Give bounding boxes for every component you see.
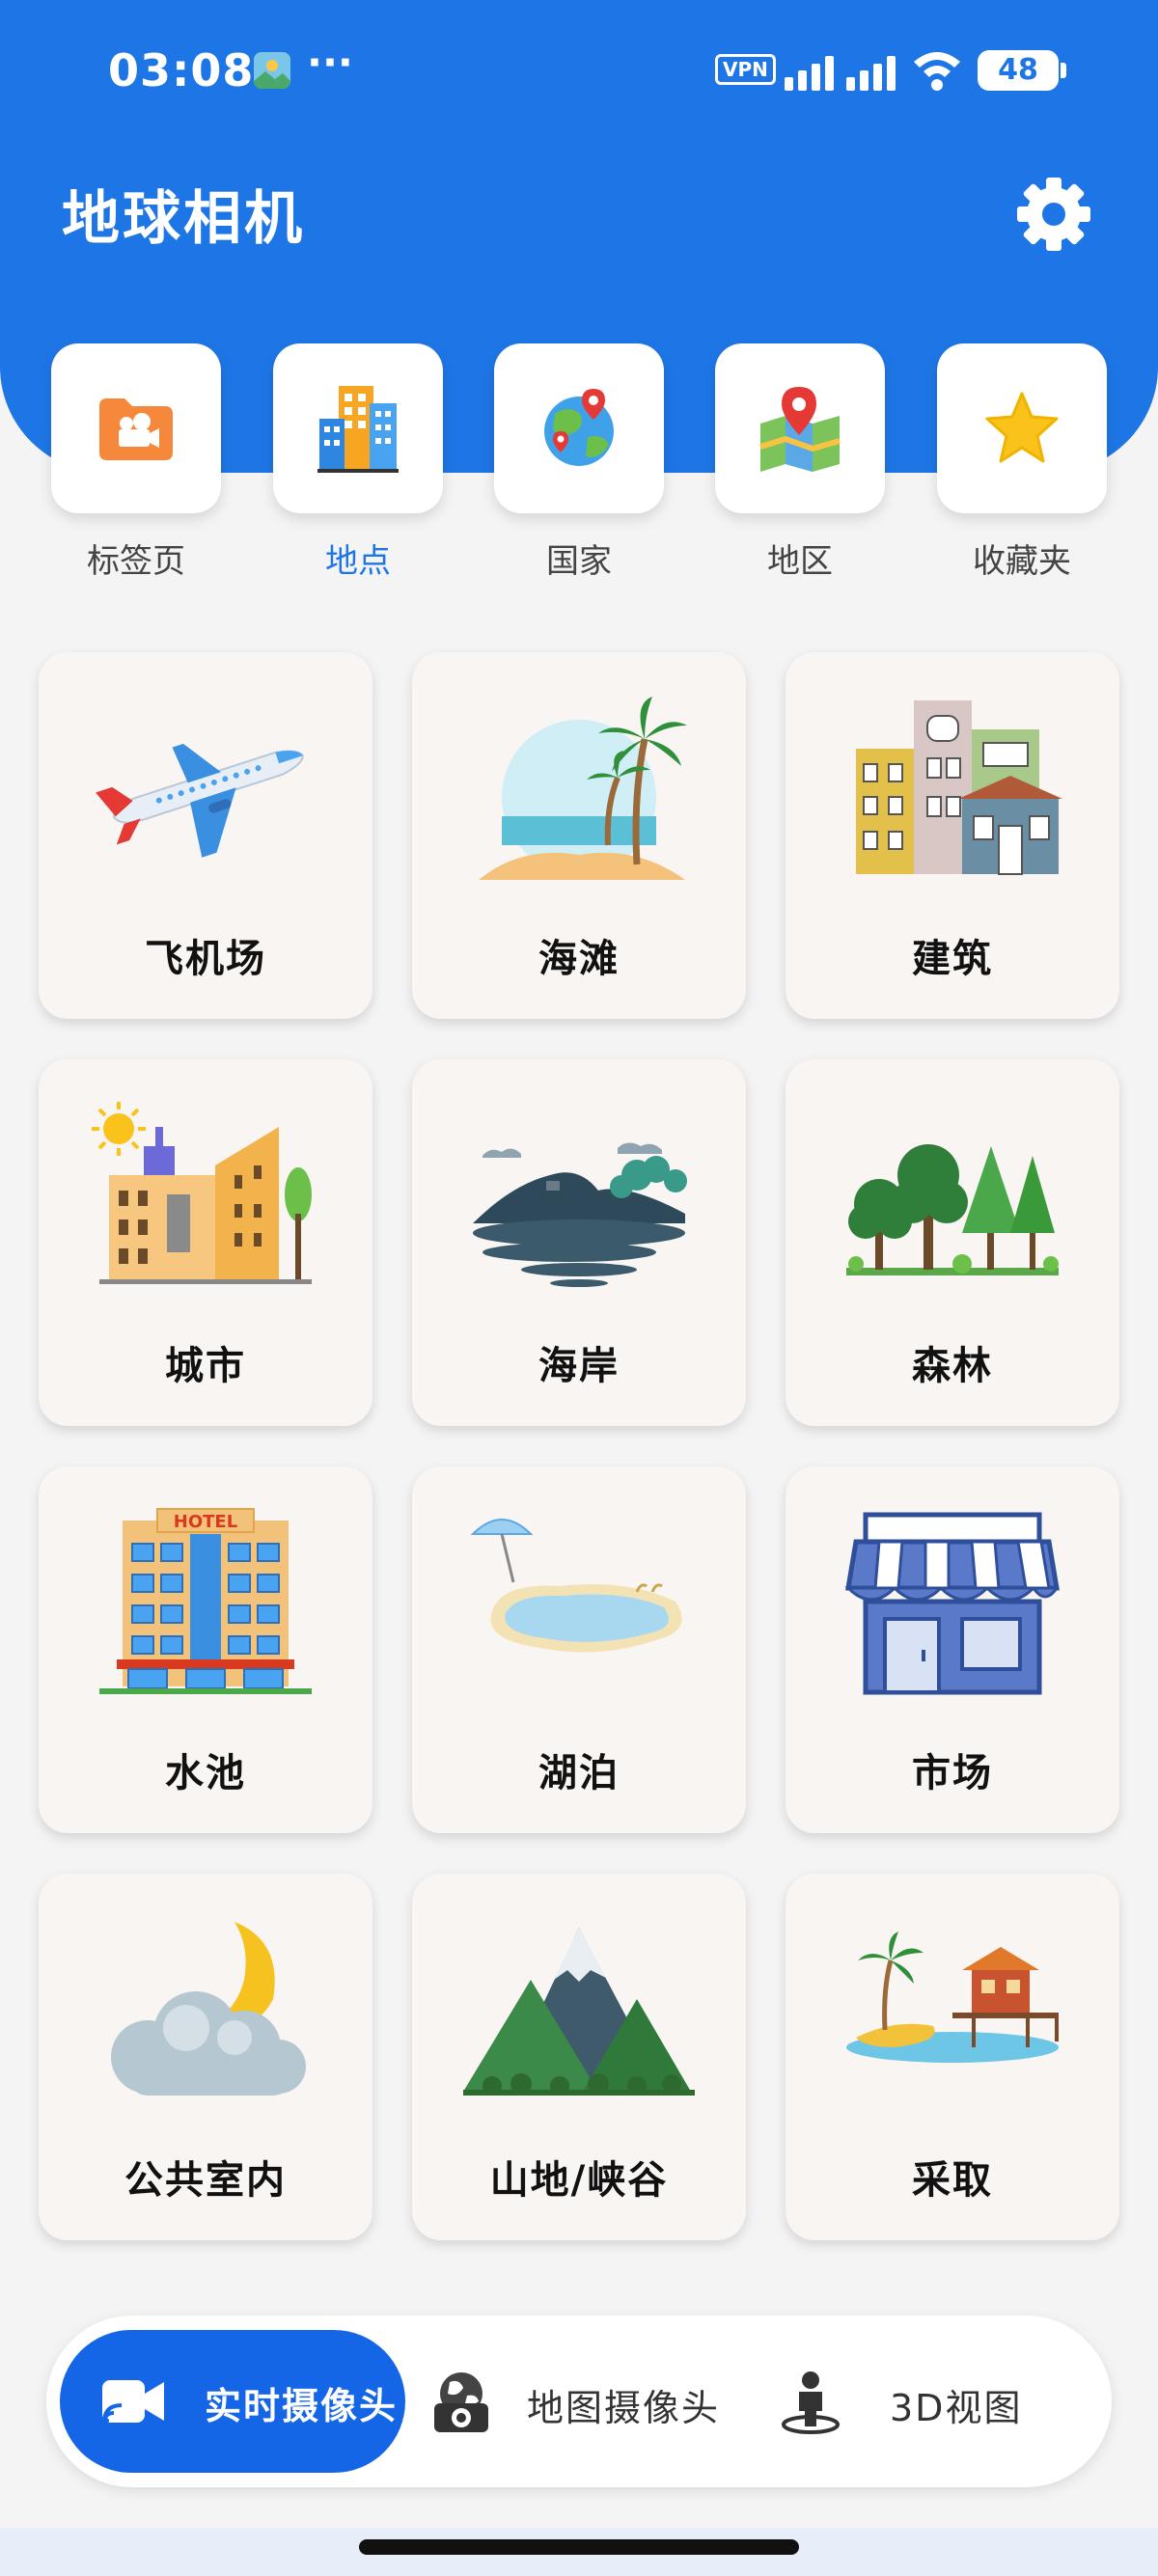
island-hut-icon [846,1932,1059,2063]
place-card-label: 建筑 [912,937,993,981]
bottom-nav-bar: 实时摄像头 地图摄像头 3D视图 [46,2316,1112,2487]
place-card-public-indoor[interactable]: 公共室内 [39,1874,372,2240]
map-camera-button[interactable]: 地图摄像头 [428,2330,757,2473]
tab-favorites-label: 收藏夹 [973,542,1071,581]
place-card-label: 森林 [912,1344,993,1388]
buildings-illustration-icon [856,700,1062,875]
tab-favorites[interactable]: 收藏夹 [937,343,1107,582]
place-card-buildings[interactable]: 建筑 [786,652,1119,1019]
video-camera-icon [102,2380,164,2424]
globe-camera-icon [434,2372,488,2432]
beach-palm-icon [479,697,687,880]
mountain-icon [463,1928,695,2096]
place-card-label: 海滩 [538,937,620,981]
person-pin-icon [782,2371,840,2434]
tab-regions-label: 地区 [767,542,833,581]
vpn-badge: VPN [715,54,776,85]
more-notifications: ··· [307,39,353,86]
signal-icon [785,56,896,91]
pool-icon [470,1519,682,1653]
star-icon [985,392,1059,463]
folder-camera-icon [99,398,173,460]
tab-tags-box [51,343,221,513]
market-icon [844,1512,1060,1695]
globe-pins-icon [544,389,614,466]
place-card-city[interactable]: 城市 [39,1059,372,1426]
buildings-icon [317,386,399,473]
place-card-airport[interactable]: 飞机场 [39,652,372,1019]
place-card-beach[interactable]: 海滩 [412,652,746,1019]
hotel-sign-text: HOTEL [174,1512,237,1532]
coast-icon [473,1142,687,1287]
moon-cloud-icon [111,1922,306,2096]
tab-places-label: 地点 [325,542,391,581]
place-card-label: 城市 [165,1344,246,1388]
home-indicator[interactable] [359,2539,799,2555]
place-card-mountain[interactable]: 山地/峡谷 [412,1874,746,2240]
tab-countries-label: 国家 [546,542,612,581]
place-card-label: 海岸 [538,1344,620,1388]
place-card-take[interactable]: 采取 [786,1874,1119,2240]
battery-indicator: 48 [978,50,1066,91]
place-card-label: 公共室内 [124,2158,287,2203]
live-camera-label: 实时摄像头 [205,2385,399,2427]
map-camera-label: 地图摄像头 [527,2387,721,2429]
tab-tags-label: 标签页 [87,542,185,581]
place-card-label: 湖泊 [538,1751,620,1795]
hotel-icon: HOTEL [99,1508,312,1694]
status-bar: 03:08 ··· VPN 48 [0,39,1158,106]
tab-countries-box [494,343,664,513]
place-card-label: 采取 [912,2158,993,2203]
3d-view-button[interactable]: 3D视图 [778,2330,1096,2473]
place-card-market[interactable]: 市场 [786,1466,1119,1833]
place-card-label: 水池 [165,1751,246,1795]
tab-favorites-box [937,343,1107,513]
tab-tags[interactable]: 标签页 [51,343,221,582]
tab-regions-box [715,343,885,513]
place-card-label: 市场 [912,1751,993,1795]
place-card-label: 山地/峡谷 [489,2158,669,2203]
map-pin-icon [759,387,841,472]
place-card-forest[interactable]: 森林 [786,1059,1119,1426]
live-camera-button[interactable]: 实时摄像头 [60,2330,405,2473]
airplane-icon [96,743,304,858]
forest-icon [846,1144,1059,1275]
status-time: 03:08 [108,44,255,96]
tab-places-box [273,343,443,513]
tab-regions[interactable]: 地区 [715,343,885,582]
tab-countries[interactable]: 国家 [494,343,664,582]
place-card-pool[interactable]: HOTEL 水池 [39,1466,372,1833]
place-card-label: 飞机场 [145,937,266,981]
gear-icon [1017,178,1090,251]
gallery-notification-icon [254,52,290,89]
city-icon [92,1102,312,1284]
place-card-lake[interactable]: 湖泊 [412,1466,746,1833]
settings-button[interactable] [1015,176,1092,253]
app-title: 地球相机 [62,185,305,253]
3d-view-label: 3D视图 [890,2387,1023,2429]
wifi-icon [914,52,960,91]
place-card-coast[interactable]: 海岸 [412,1059,746,1426]
tab-places[interactable]: 地点 [273,343,443,582]
